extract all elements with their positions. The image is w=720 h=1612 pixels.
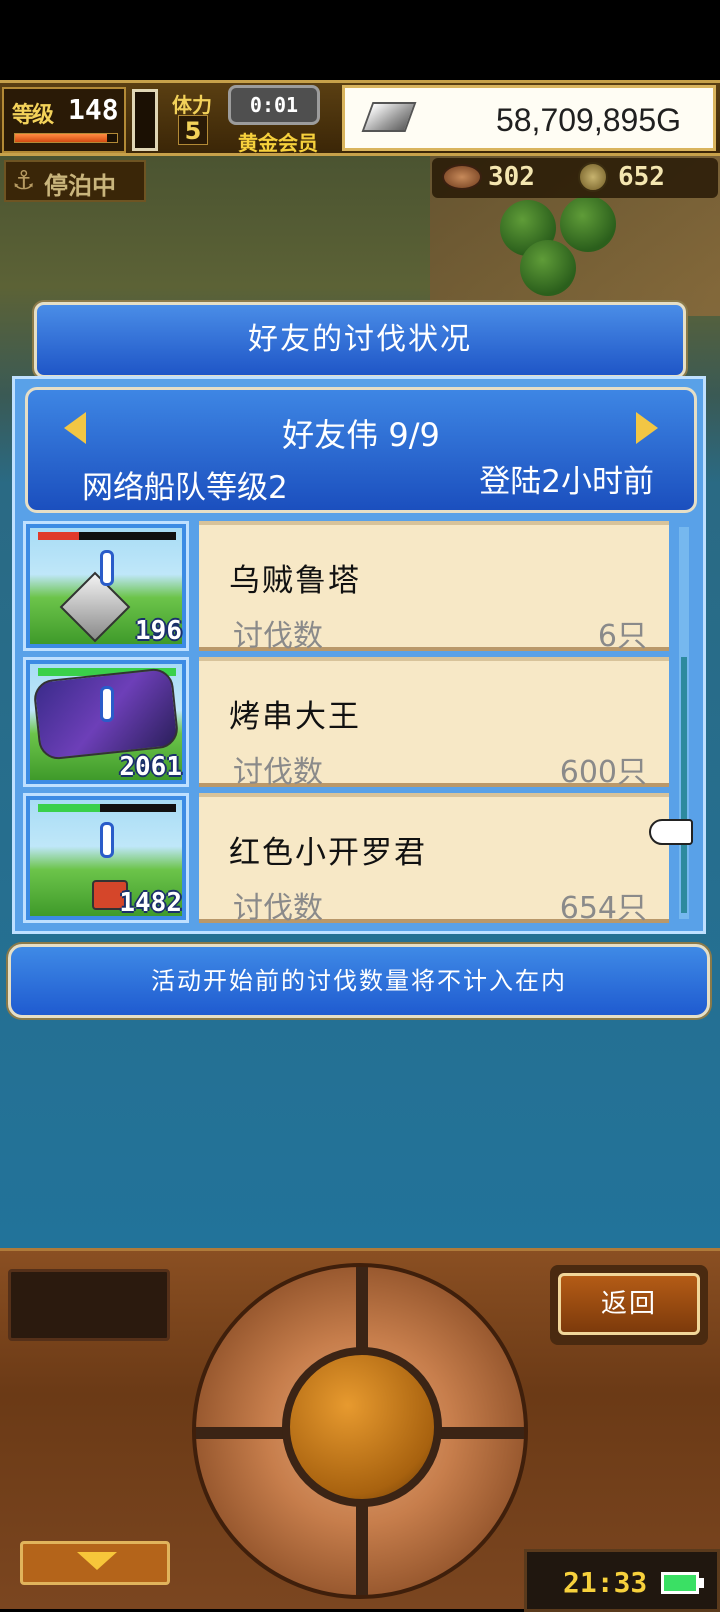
notice-bar: 活动开始前的讨伐数量将不计入在内	[8, 944, 710, 1018]
food-icon	[442, 164, 482, 190]
fleet-rank: 网络船队等级2	[82, 470, 288, 506]
entry-list: 196 乌贼鲁塔 讨伐数 6只 2061 烤串大王 讨伐数 600只 1482 …	[23, 521, 671, 926]
level-progress-fill	[15, 134, 107, 142]
stamina-label: 体力	[172, 93, 212, 117]
list-item[interactable]: 196 乌贼鲁塔 讨伐数 6只	[23, 521, 671, 654]
list-scrollbar[interactable]	[679, 527, 689, 919]
kill-count: 654只	[559, 891, 647, 926]
anchor-icon: ⚓	[12, 166, 36, 196]
friend-name: 好友伟 9/9	[282, 416, 440, 454]
resource-panel: 302 652	[432, 158, 718, 198]
last-login: 登陆2小时前	[479, 464, 654, 500]
controller-panel: 返回 21:33	[0, 1248, 720, 1612]
level-value: 148	[68, 93, 119, 126]
scrollbar-thumb[interactable]	[681, 657, 687, 913]
exclamation-icon	[100, 822, 114, 858]
hp-bar	[38, 804, 176, 812]
clock-panel: 21:33	[524, 1549, 720, 1612]
monster-name: 乌贼鲁塔	[229, 563, 361, 599]
moored-status: ⚓ 停泊中	[4, 160, 146, 202]
menu-toggle-button[interactable]	[20, 1541, 170, 1585]
monster-thumbnail: 2061	[23, 657, 189, 787]
kill-count: 6只	[597, 619, 647, 654]
monster-count: 196	[135, 616, 182, 646]
tree	[520, 240, 576, 296]
monster-thumbnail: 196	[23, 521, 189, 651]
stamina-value: 5	[178, 115, 208, 145]
resource-b-value: 652	[618, 162, 665, 192]
kill-label: 讨伐数	[233, 755, 323, 790]
level-label: 等级	[12, 103, 54, 128]
clock: 21:33	[563, 1566, 648, 1599]
tree	[560, 196, 616, 252]
entry-card: 乌贼鲁塔 讨伐数 6只	[199, 521, 669, 654]
arrow-down-icon	[77, 1552, 117, 1570]
hp-fill	[38, 532, 80, 540]
timer: 0:01	[228, 85, 320, 125]
stamina-panel: 体力 5	[164, 87, 232, 153]
dialog-title-bar: 好友的讨伐状况	[34, 302, 686, 378]
dpad-center-button[interactable]	[282, 1347, 442, 1507]
exclamation-icon	[100, 550, 114, 586]
monster-count: 2061	[119, 752, 182, 782]
kill-label: 讨伐数	[233, 619, 323, 654]
list-item[interactable]: 1482 红色小开罗君 讨伐数 654只	[23, 793, 671, 926]
friend-header: 好友伟 9/9 网络船队等级2 登陆2小时前	[25, 387, 697, 513]
resource-a-value: 302	[488, 162, 535, 192]
level-panel: 等级 148	[2, 87, 126, 153]
kill-label: 讨伐数	[233, 891, 323, 926]
coin-icon	[578, 162, 608, 192]
membership-label: 黄金会员	[238, 131, 318, 155]
info-slot	[8, 1269, 170, 1341]
monster-name: 红色小开罗君	[229, 835, 427, 871]
gold-amount: 58,709,895G	[495, 102, 681, 138]
status-bar-area	[0, 0, 720, 80]
hp-fill	[38, 804, 101, 812]
monster-count: 1482	[119, 888, 182, 918]
hp-bar	[38, 532, 176, 540]
pointer-hand-icon	[649, 819, 693, 845]
stamina-gauge	[132, 89, 158, 151]
dialog-panel: 好友伟 9/9 网络船队等级2 登陆2小时前 196 乌贼鲁塔 讨伐数 6只 2…	[12, 376, 706, 934]
notice-text: 活动开始前的讨伐数量将不计入在内	[151, 967, 567, 995]
moored-label: 停泊中	[44, 172, 116, 200]
gold-panel: 58,709,895G	[342, 85, 716, 151]
monster-name: 烤串大王	[229, 699, 361, 735]
top-hud: 等级 148 体力 5 0:01 黄金会员 58,709,895G	[0, 80, 720, 156]
back-button[interactable]: 返回	[558, 1273, 700, 1335]
level-progress-bar	[14, 133, 118, 143]
monster-thumbnail: 1482	[23, 793, 189, 923]
kill-count: 600只	[559, 755, 647, 790]
entry-card: 红色小开罗君 讨伐数 654只	[199, 793, 669, 926]
list-item[interactable]: 2061 烤串大王 讨伐数 600只	[23, 657, 671, 790]
battery-tip	[699, 1578, 704, 1588]
battery-icon	[661, 1572, 699, 1594]
squid-monster-icon	[59, 571, 131, 643]
dialog-title: 好友的讨伐状况	[248, 322, 472, 357]
silver-bar-icon	[361, 102, 417, 132]
exclamation-icon	[100, 686, 114, 722]
entry-card: 烤串大王 讨伐数 600只	[199, 657, 669, 790]
